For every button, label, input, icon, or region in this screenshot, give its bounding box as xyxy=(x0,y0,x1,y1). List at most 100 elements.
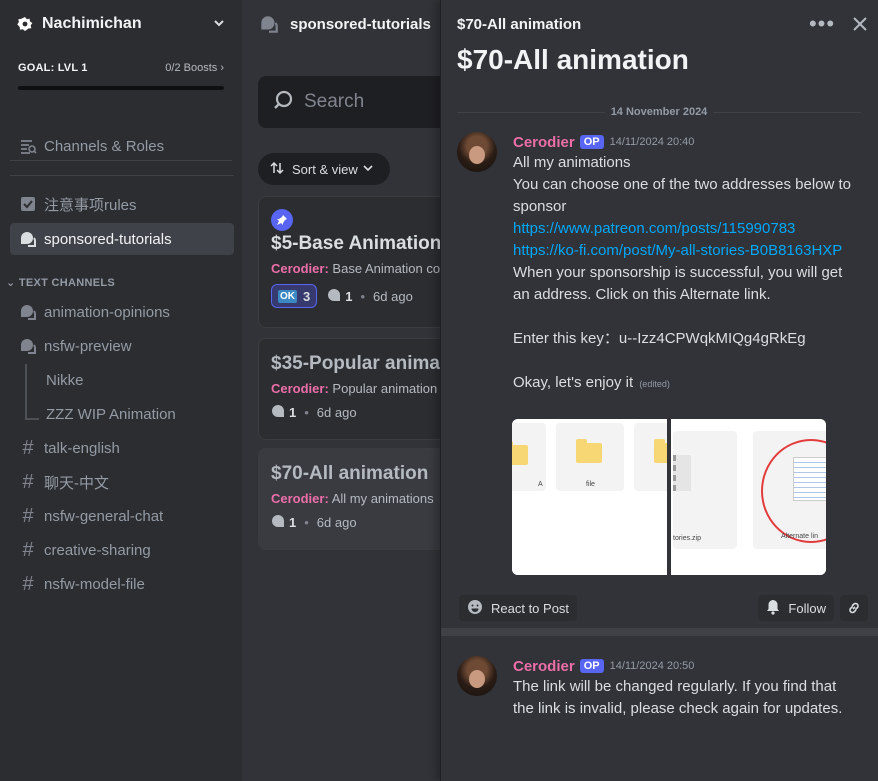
message-image-attachment[interactable]: A file tories.zip Alternate lin xyxy=(512,419,826,575)
search-placeholder: Search xyxy=(304,91,365,112)
post-age: 6d ago xyxy=(316,515,357,530)
sidebar-item-rules[interactable]: 注意事项rules xyxy=(10,188,234,220)
thread-actions: React to Post Follow xyxy=(441,588,878,628)
sidebar-item-sponsored-tutorials[interactable]: sponsored-tutorials xyxy=(10,223,234,255)
server-header[interactable]: Nachimichan xyxy=(0,0,242,48)
channel-nsfw-general-chat[interactable]: # nsfw-general-chat xyxy=(10,500,234,532)
chevron-down-icon xyxy=(362,162,374,177)
sidebar-item-channels-roles[interactable]: Channels & Roles xyxy=(10,130,234,162)
forum-icon xyxy=(18,336,38,356)
more-options-icon[interactable]: ••• xyxy=(802,11,842,37)
patreon-link[interactable]: https://www.patreon.com/posts/115990783 xyxy=(513,218,861,240)
sort-view-label: Sort & view xyxy=(292,161,358,177)
reply-count: 1 xyxy=(289,515,297,530)
sidebar-item-label: sponsored-tutorials xyxy=(44,230,172,248)
zip-file-icon xyxy=(673,455,691,491)
follow-button[interactable]: Follow xyxy=(758,595,834,621)
op-badge: OP xyxy=(579,135,604,149)
channel-chat-chinese[interactable]: # 聊天-中文 xyxy=(10,466,234,498)
forum-icon xyxy=(258,13,280,35)
forum-header: sponsored-tutorials xyxy=(242,0,440,48)
server-sidebar: Nachimichan GOAL: LVL 1 0/2 Boosts › Cha… xyxy=(0,0,242,781)
channel-label: nsfw-general-chat xyxy=(44,507,164,525)
close-icon[interactable] xyxy=(842,16,878,32)
thread-title: $70-All animation xyxy=(457,44,689,75)
post-author: Cerodier: xyxy=(271,491,329,506)
reply-icon xyxy=(271,514,285,531)
thread-nikke[interactable]: Nikke xyxy=(46,372,84,389)
reaction-ok[interactable]: OK 3 xyxy=(271,284,318,308)
chevron-down-icon: ⌄ xyxy=(6,277,16,289)
image-zip-alternate[interactable]: tories.zip Alternate lin xyxy=(671,419,826,575)
avatar[interactable] xyxy=(457,656,497,696)
copy-link-icon[interactable] xyxy=(840,595,868,621)
channel-label: creative-sharing xyxy=(44,541,151,559)
post-title: $35-Popular anima xyxy=(271,353,440,374)
forum-icon xyxy=(18,229,38,249)
channel-nsfw-preview[interactable]: nsfw-preview xyxy=(10,330,234,362)
reply-icon xyxy=(271,404,285,421)
post-preview: Popular animation xyxy=(332,381,438,396)
bell-icon xyxy=(766,599,780,618)
date-divider: 14 November 2024 xyxy=(457,104,861,120)
message-author[interactable]: Cerodier xyxy=(513,134,575,151)
hashtag-icon: # xyxy=(22,470,34,493)
message-author[interactable]: Cerodier xyxy=(513,658,575,675)
image-file-explorer[interactable]: A file xyxy=(512,419,680,575)
post-age: 6d ago xyxy=(316,405,357,420)
divider xyxy=(441,628,878,636)
sort-view-button[interactable]: Sort & view xyxy=(258,153,390,185)
thread-spine xyxy=(25,364,27,420)
sidebar-item-label: Channels & Roles xyxy=(44,137,165,155)
react-to-post-button[interactable]: React to Post xyxy=(459,595,578,621)
follow-label: Follow xyxy=(788,600,826,616)
forum-post-card[interactable]: $5-Base Animation Cerodier: Base Animati… xyxy=(258,196,440,328)
thread-panel: $70-All animation ••• $70-All animation … xyxy=(440,0,878,781)
chevron-down-icon[interactable] xyxy=(212,16,226,33)
avatar[interactable] xyxy=(457,132,497,172)
op-badge: OP xyxy=(579,659,604,673)
forum-post-card-selected[interactable]: $70-All animation Cerodier: All my anima… xyxy=(258,448,440,550)
kofi-link[interactable]: https://ko-fi.com/post/My-all-stories-B0… xyxy=(513,240,861,262)
message-content: All my animations You can choose one of … xyxy=(513,152,861,395)
message-content: The link will be changed regularly. If y… xyxy=(513,678,843,717)
message: Cerodier OP 14/11/2024 20:40 All my anim… xyxy=(457,132,861,395)
divider xyxy=(10,175,234,176)
forum-search-input[interactable]: Search xyxy=(258,76,440,128)
goal-progress-bar xyxy=(18,86,224,90)
channel-label: nsfw-model-file xyxy=(44,575,145,593)
emoji-icon xyxy=(467,599,483,618)
goal-boosts: 0/2 Boosts xyxy=(165,62,218,74)
server-badge-icon xyxy=(16,15,34,33)
forum-post-list: sponsored-tutorials Search Sort & view $… xyxy=(242,0,440,781)
channel-label: 聊天-中文 xyxy=(44,474,109,492)
post-age: 6d ago xyxy=(373,288,413,304)
post-preview: All my animations xyxy=(331,491,434,506)
chevron-right-icon: › xyxy=(220,62,224,74)
channel-label: nsfw-preview xyxy=(44,337,132,355)
sort-icon xyxy=(270,161,284,178)
thread-zzz-wip-animation[interactable]: ZZZ WIP Animation xyxy=(46,406,176,423)
post-author: Cerodier: xyxy=(271,381,329,396)
message: Cerodier OP 14/11/2024 20:50 The link wi… xyxy=(457,656,861,720)
search-icon xyxy=(272,89,294,116)
goal-label: GOAL: LVL 1 xyxy=(18,62,88,74)
post-title: $5-Base Animation xyxy=(271,233,440,254)
reply-count: 1 xyxy=(289,405,297,420)
channel-animation-opinions[interactable]: animation-opinions xyxy=(10,296,234,328)
reply-icon xyxy=(327,288,341,305)
channel-label: talk-english xyxy=(44,439,120,457)
category-text-channels[interactable]: ⌄ TEXT CHANNELS xyxy=(6,276,115,289)
boost-goal[interactable]: GOAL: LVL 1 0/2 Boosts › xyxy=(0,48,242,118)
thread-header-title: $70-All animation xyxy=(457,15,582,33)
forum-icon xyxy=(18,302,38,322)
channel-nsfw-model-file[interactable]: # nsfw-model-file xyxy=(10,568,234,600)
channels-roles-icon xyxy=(18,136,38,156)
forum-post-card[interactable]: $35-Popular anima Cerodier: Popular anim… xyxy=(258,338,440,440)
channel-creative-sharing[interactable]: # creative-sharing xyxy=(10,534,234,566)
channel-talk-english[interactable]: # talk-english xyxy=(10,432,234,464)
thread-branch xyxy=(25,418,39,420)
sidebar-item-label: 注意事项rules xyxy=(44,196,137,214)
post-author: Cerodier: xyxy=(271,261,329,276)
hashtag-icon: # xyxy=(22,436,34,459)
